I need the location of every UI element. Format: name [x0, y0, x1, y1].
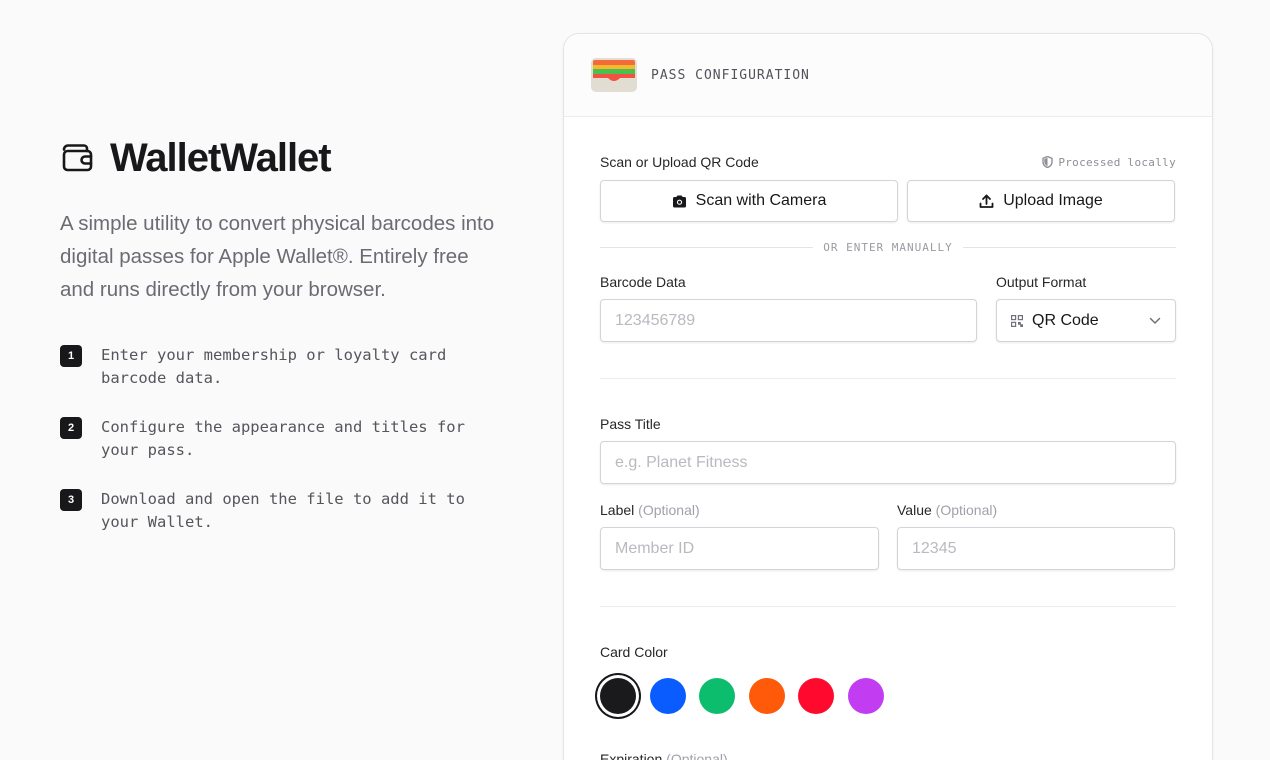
wallet-icon [60, 141, 94, 175]
step-number: 2 [60, 417, 82, 439]
value-field-title: Value [897, 502, 932, 518]
steps-list: 1 Enter your membership or loyalty card … [60, 344, 500, 534]
label-field-title: Label [600, 502, 635, 518]
form-body: Scan or Upload QR Code Processed locally… [600, 117, 1176, 760]
format-select[interactable]: QR Code [996, 299, 1176, 342]
step-number: 1 [60, 345, 82, 367]
scan-label-row: Scan or Upload QR Code Processed locally [600, 154, 1176, 170]
expiration-title: Expiration [600, 751, 663, 760]
manual-divider: OR ENTER MANUALLY [600, 241, 1176, 254]
barcode-input[interactable] [600, 299, 977, 342]
step-item: 2 Configure the appearance and titles fo… [60, 416, 500, 462]
card-header: PASS CONFIGURATION [564, 34, 1212, 117]
color-swatch[interactable] [798, 678, 834, 714]
pass-config-card: PASS CONFIGURATION Scan or Upload QR Cod… [563, 33, 1213, 760]
upload-icon [979, 194, 994, 208]
brand-name: WalletWallet [110, 135, 332, 180]
step-item: 1 Enter your membership or loyalty card … [60, 344, 500, 390]
section-divider [600, 378, 1176, 379]
color-swatches [600, 678, 1176, 714]
wallet-app-icon [591, 58, 637, 92]
label-field-group: Label (Optional) [600, 502, 879, 570]
color-swatch[interactable] [748, 678, 785, 714]
step-number: 3 [60, 489, 82, 511]
barcode-field-group: Barcode Data [600, 274, 977, 342]
qr-code-icon [1011, 314, 1023, 327]
format-value: QR Code [1032, 311, 1099, 329]
section-divider [600, 606, 1176, 607]
scan-buttons-row: Scan with Camera Upload Image [600, 180, 1176, 222]
card-header-title: PASS CONFIGURATION [651, 67, 810, 83]
step-text: Configure the appearance and titles for … [101, 418, 465, 459]
scan-camera-label: Scan with Camera [695, 192, 827, 209]
value-field-label: Value (Optional) [897, 502, 1175, 518]
upload-image-label: Upload Image [1003, 192, 1103, 209]
shield-icon [1042, 156, 1054, 168]
step-text: Download and open the file to add it to … [101, 490, 465, 531]
value-field-group: Value (Optional) [897, 502, 1175, 570]
color-swatch[interactable] [600, 678, 636, 714]
intro-panel: WalletWallet A simple utility to convert… [60, 136, 500, 560]
label-input[interactable] [600, 527, 879, 570]
format-label: Output Format [996, 274, 1087, 290]
card-color-label: Card Color [600, 644, 668, 660]
label-field-label: Label (Optional) [600, 502, 879, 518]
chevron-down-icon [1149, 317, 1161, 324]
value-input[interactable] [897, 527, 1175, 570]
label-optional-tag: (Optional) [638, 502, 700, 518]
barcode-label: Barcode Data [600, 274, 686, 290]
step-text: Enter your membership or loyalty card ba… [101, 346, 447, 387]
expiration-optional-tag: (Optional) [666, 751, 728, 760]
value-optional-tag: (Optional) [935, 502, 998, 518]
camera-icon [672, 195, 686, 207]
processed-locally-text: Processed locally [1058, 155, 1176, 169]
color-swatch[interactable] [699, 678, 735, 714]
color-swatch[interactable] [649, 678, 686, 714]
format-field-group: Output Format QR Code [996, 274, 1176, 342]
tagline: A simple utility to convert physical bar… [60, 212, 495, 301]
step-item: 3 Download and open the file to add it t… [60, 488, 500, 534]
label-value-row: Label (Optional) Value (Optional) [600, 502, 1176, 570]
color-swatch[interactable] [847, 678, 884, 714]
scan-label: Scan or Upload QR Code [600, 154, 759, 170]
scan-camera-button[interactable]: Scan with Camera [600, 180, 898, 222]
upload-image-button[interactable]: Upload Image [907, 180, 1175, 222]
manual-divider-text: OR ENTER MANUALLY [823, 241, 953, 254]
pass-title-input[interactable] [600, 441, 1176, 484]
processed-locally-note: Processed locally [1042, 156, 1176, 169]
brand: WalletWallet [60, 136, 500, 180]
barcode-row: Barcode Data Output Format QR Code [600, 274, 1176, 342]
expiration-label: Expiration (Optional) [600, 751, 1176, 760]
pass-title-label: Pass Title [600, 416, 661, 432]
